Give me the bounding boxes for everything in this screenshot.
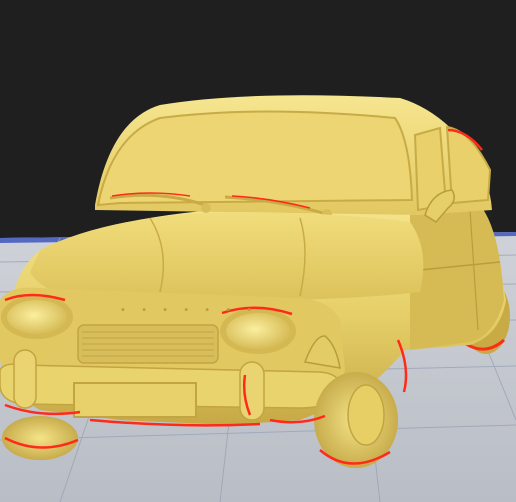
slicer-scene[interactable]: • • • • • • • [0,0,516,502]
front-wheel-left [2,416,79,460]
license-plate [73,382,197,418]
windshield [96,110,414,207]
car-side-panel [410,205,504,350]
hood [30,212,424,300]
front-wheel-right [314,372,398,468]
3d-viewport[interactable]: • • • • • • • [0,0,516,502]
bumper-guard-left [13,349,37,409]
brand-badge: • • • • • • • [120,305,258,316]
headlight-left [1,293,73,339]
